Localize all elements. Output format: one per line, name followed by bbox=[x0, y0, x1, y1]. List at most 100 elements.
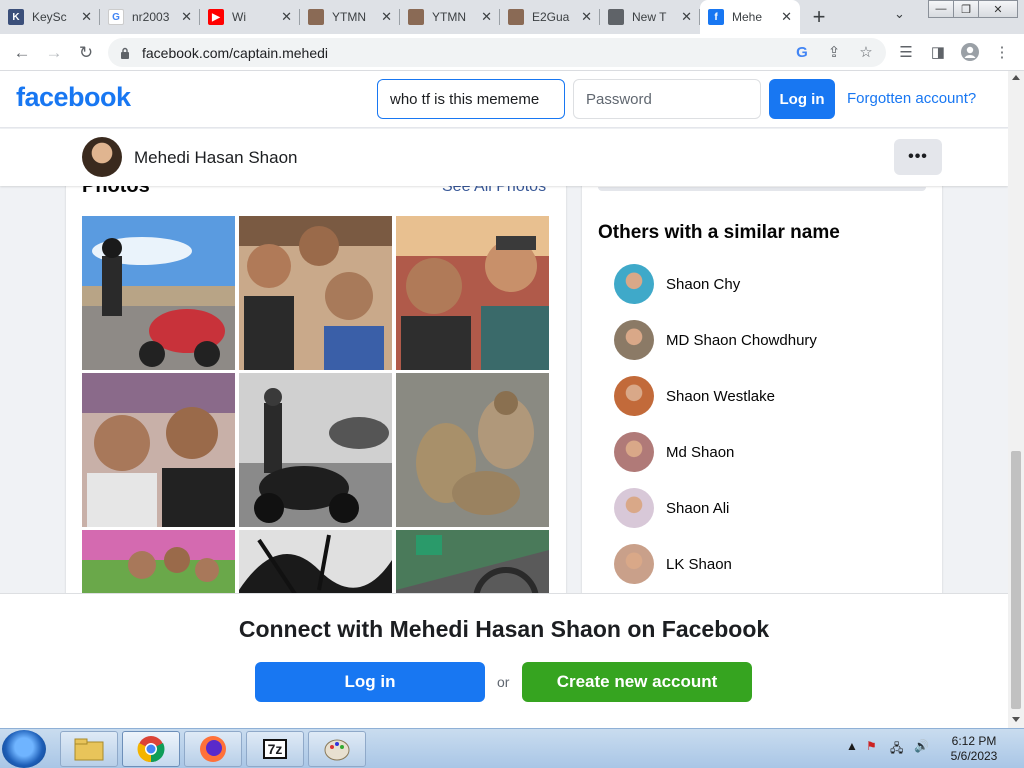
photo-group-selfie[interactable] bbox=[239, 216, 392, 370]
tab-title: New T bbox=[632, 10, 667, 24]
reload-icon[interactable]: ↻ bbox=[74, 41, 98, 65]
network-icon[interactable]: 🖧 bbox=[890, 739, 903, 760]
browser-tab[interactable]: ▶ Wi ✕ bbox=[200, 0, 300, 34]
close-tab-icon[interactable]: ✕ bbox=[81, 9, 92, 25]
tab-title: nr2003 bbox=[132, 10, 170, 24]
tab-title: YTMN bbox=[332, 10, 366, 24]
photo-two-friends[interactable] bbox=[396, 216, 549, 370]
person-name[interactable]: LK Shaon bbox=[666, 556, 732, 573]
person-name[interactable]: Shaon Chy bbox=[666, 276, 740, 293]
browser-tab[interactable]: E2Gua ✕ bbox=[500, 0, 600, 34]
windows-taskbar: 7z ▲ ⚑ 🖧 🔊 6:12 PM 5/6/2023 bbox=[0, 728, 1024, 768]
youtube-favicon-icon: ▶ bbox=[208, 9, 224, 25]
close-tab-icon[interactable]: ✕ bbox=[681, 9, 692, 25]
7zip-icon[interactable]: 7z bbox=[246, 731, 304, 767]
close-tab-icon[interactable]: ✕ bbox=[381, 9, 392, 25]
close-tab-icon[interactable]: ✕ bbox=[181, 9, 192, 25]
email-field[interactable]: who tf is this mememe bbox=[377, 79, 565, 119]
close-tab-icon[interactable]: ✕ bbox=[281, 9, 292, 25]
connect-banner: Connect with Mehedi Hasan Shaon on Faceb… bbox=[0, 593, 1008, 728]
similar-person-item[interactable]: Shaon Ali bbox=[614, 488, 914, 528]
person-favicon-icon bbox=[408, 9, 424, 25]
address-bar[interactable]: facebook.com/captain.mehedi bbox=[108, 38, 886, 67]
person-name[interactable]: MD Shaon Chowdhury bbox=[666, 332, 817, 349]
scroll-thumb[interactable] bbox=[1011, 451, 1021, 709]
close-window-button[interactable]: ✕ bbox=[978, 0, 1018, 18]
more-options-button[interactable]: ••• bbox=[894, 139, 942, 175]
bookmark-star-icon[interactable]: ☆ bbox=[856, 42, 876, 62]
profile-avatar[interactable] bbox=[82, 137, 122, 177]
profile-icon[interactable] bbox=[960, 42, 980, 62]
browser-tab[interactable]: K KeySc ✕ bbox=[0, 0, 100, 34]
profile-name[interactable]: Mehedi Hasan Shaon bbox=[134, 148, 298, 168]
banner-login-button[interactable]: Log in bbox=[255, 662, 485, 702]
system-clock[interactable]: 6:12 PM 5/6/2023 bbox=[944, 734, 1004, 764]
browser-tab[interactable]: YTMN ✕ bbox=[400, 0, 500, 34]
facebook-logo[interactable]: facebook bbox=[16, 82, 131, 113]
similar-person-item[interactable]: Shaon Westlake bbox=[614, 376, 914, 416]
photo-monkeys[interactable] bbox=[396, 373, 549, 527]
similar-person-item[interactable]: MD Shaon Chowdhury bbox=[614, 320, 914, 360]
browser-tab[interactable]: YTMN ✕ bbox=[300, 0, 400, 34]
forgotten-account-link[interactable]: Forgotten account? bbox=[847, 90, 976, 107]
chrome-icon[interactable] bbox=[122, 731, 180, 767]
new-tab-button[interactable]: + bbox=[800, 0, 838, 34]
header-login-button[interactable]: Log in bbox=[769, 79, 835, 119]
scroll-down-arrow-icon[interactable] bbox=[1012, 717, 1020, 722]
facebook-page: Photos See All Photos Others with a simi… bbox=[0, 71, 1008, 728]
restore-button[interactable]: ❐ bbox=[953, 0, 979, 18]
person-name[interactable]: Shaon Ali bbox=[666, 500, 729, 517]
volume-icon[interactable]: 🔊 bbox=[914, 739, 929, 753]
facebook-header: facebook who tf is this mememe Password … bbox=[0, 71, 1008, 128]
tab-search-chevron-icon[interactable]: ⌄ bbox=[894, 6, 905, 22]
browser-tab[interactable]: f Mehe ✕ bbox=[700, 0, 800, 34]
profile-bar: Mehedi Hasan Shaon ••• bbox=[0, 129, 1008, 186]
firefox-icon[interactable] bbox=[184, 731, 242, 767]
photo-two-men[interactable] bbox=[82, 373, 235, 527]
similar-person-item[interactable]: Md Shaon bbox=[614, 432, 914, 472]
password-field[interactable]: Password bbox=[573, 79, 761, 119]
browser-menu-icon[interactable]: ⋮ bbox=[992, 42, 1012, 62]
close-tab-icon[interactable]: ✕ bbox=[781, 9, 792, 25]
show-hidden-icons-icon[interactable]: ▲ bbox=[846, 739, 858, 753]
connect-title: Connect with Mehedi Hasan Shaon on Faceb… bbox=[238, 616, 770, 642]
browser-tab[interactable]: Gnr2003 ✕ bbox=[100, 0, 200, 34]
scroll-up-arrow-icon[interactable] bbox=[1012, 75, 1020, 80]
minimize-button[interactable]: — bbox=[928, 0, 954, 18]
browser-tab[interactable]: New T ✕ bbox=[600, 0, 700, 34]
file-explorer-icon[interactable] bbox=[60, 731, 118, 767]
paint-icon[interactable] bbox=[308, 731, 366, 767]
forward-arrow-icon[interactable]: → bbox=[42, 41, 66, 65]
person-avatar[interactable] bbox=[614, 264, 654, 304]
person-name[interactable]: Md Shaon bbox=[666, 444, 734, 461]
start-button[interactable] bbox=[2, 730, 46, 768]
create-account-button[interactable]: Create new account bbox=[522, 662, 752, 702]
action-center-flag-icon[interactable]: ⚑ bbox=[866, 739, 877, 753]
page-scrollbar[interactable] bbox=[1008, 71, 1024, 728]
photo-bw-motorbike[interactable] bbox=[239, 373, 392, 527]
person-avatar[interactable] bbox=[614, 432, 654, 472]
7zip-label: 7z bbox=[262, 739, 288, 759]
person-avatar[interactable] bbox=[614, 320, 654, 360]
tab-title: Wi bbox=[232, 10, 246, 24]
close-tab-icon[interactable]: ✕ bbox=[581, 9, 592, 25]
browser-toolbar: ← → ↻ facebook.com/captain.mehedi G ⇪ ☆ … bbox=[0, 34, 1024, 71]
side-panel-icon[interactable]: ◨ bbox=[928, 42, 948, 62]
share-icon[interactable]: ⇪ bbox=[824, 42, 844, 62]
google-lens-icon[interactable]: G bbox=[792, 42, 812, 62]
person-avatar[interactable] bbox=[614, 544, 654, 584]
similar-person-item[interactable]: LK Shaon bbox=[614, 544, 914, 584]
close-tab-icon[interactable]: ✕ bbox=[481, 9, 492, 25]
back-arrow-icon[interactable]: ← bbox=[10, 41, 34, 65]
photo-motorbike-desert[interactable] bbox=[82, 216, 235, 370]
or-label: or bbox=[497, 674, 510, 690]
person-avatar[interactable] bbox=[614, 488, 654, 528]
person-favicon-icon bbox=[508, 9, 524, 25]
reading-list-icon[interactable]: ☰ bbox=[896, 42, 916, 62]
person-name[interactable]: Shaon Westlake bbox=[666, 388, 775, 405]
person-avatar[interactable] bbox=[614, 376, 654, 416]
keyscore-favicon-icon: K bbox=[8, 9, 24, 25]
url-text: facebook.com/captain.mehedi bbox=[142, 44, 328, 61]
card-divider bbox=[598, 187, 926, 191]
similar-person-item[interactable]: Shaon Chy bbox=[614, 264, 914, 304]
